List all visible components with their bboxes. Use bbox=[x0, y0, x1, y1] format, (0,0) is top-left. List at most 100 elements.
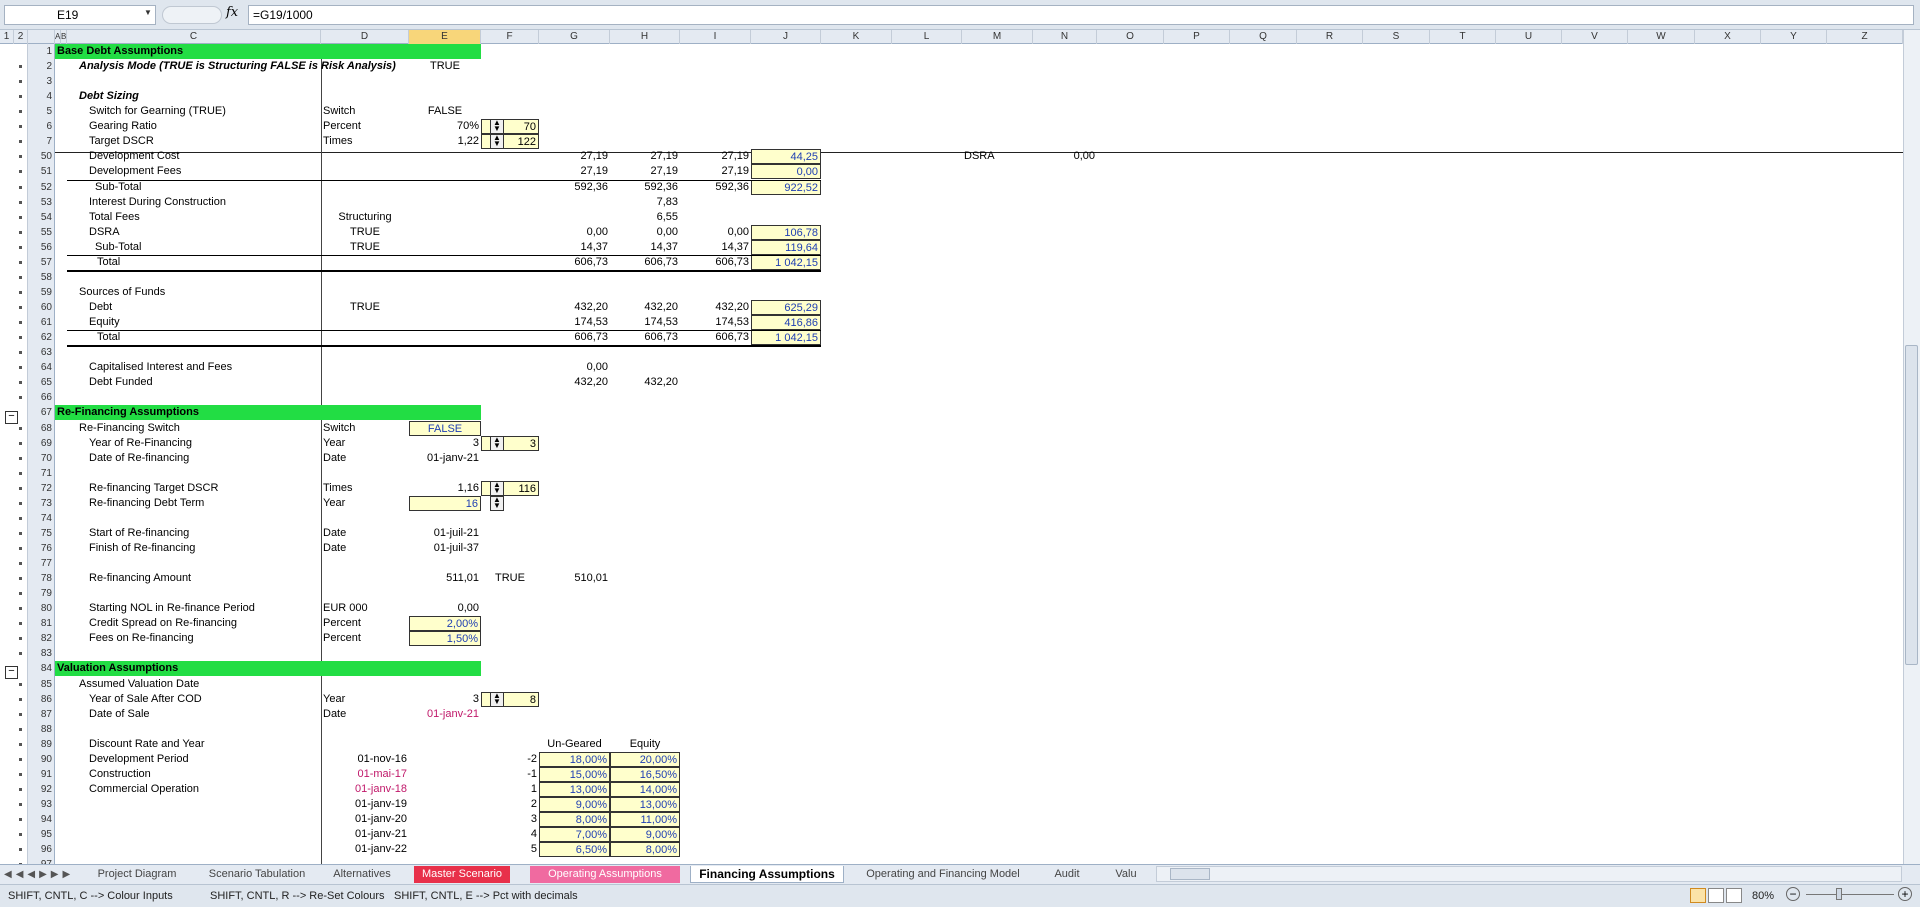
cell-c65[interactable]: Debt Funded bbox=[67, 375, 321, 390]
cell-d91[interactable]: 01-mai-17 bbox=[321, 767, 409, 782]
cell-c60[interactable]: Debt bbox=[67, 300, 321, 315]
cell-c80[interactable]: Starting NOL in Re-finance Period bbox=[67, 601, 321, 616]
zoom-in-icon[interactable]: + bbox=[1898, 887, 1912, 901]
cell-h61[interactable]: 174,53 bbox=[610, 315, 680, 330]
cell-c90[interactable]: Development Period bbox=[67, 752, 321, 767]
outline-level-1-button[interactable]: 1 bbox=[0, 30, 14, 44]
cell-c86[interactable]: Year of Sale After COD bbox=[67, 692, 321, 707]
row-header-87[interactable]: 87 bbox=[28, 707, 55, 722]
row-header-84[interactable]: 84 bbox=[28, 661, 55, 676]
spin-button-icon[interactable]: ▲ ▼ bbox=[490, 119, 504, 134]
column-header-s[interactable]: S bbox=[1363, 30, 1430, 44]
cell-h56[interactable]: 14,37 bbox=[610, 240, 680, 255]
column-header-i[interactable]: I bbox=[680, 30, 751, 44]
column-header-n[interactable]: N bbox=[1033, 30, 1097, 44]
row-header-91[interactable]: 91 bbox=[28, 767, 55, 782]
cell-c52[interactable]: Sub-Total bbox=[67, 180, 321, 195]
cell-e69[interactable]: 3 bbox=[409, 436, 481, 451]
cell-c59[interactable]: Sources of Funds bbox=[67, 285, 321, 300]
cell-g51[interactable]: 27,19 bbox=[539, 164, 610, 179]
spin-button-icon[interactable]: ▲ ▼ bbox=[490, 496, 504, 511]
name-box-dropdown-icon[interactable]: ▼ bbox=[144, 8, 154, 20]
row-header-66[interactable]: 66 bbox=[28, 390, 55, 405]
row-header-90[interactable]: 90 bbox=[28, 752, 55, 767]
row-header-93[interactable]: 93 bbox=[28, 797, 55, 812]
column-header-t[interactable]: T bbox=[1430, 30, 1496, 44]
cell-f92[interactable]: 1 bbox=[481, 782, 539, 797]
row-header-2[interactable]: 2 bbox=[28, 59, 55, 74]
cell-c5[interactable]: Switch for Gearning (TRUE) bbox=[67, 104, 321, 119]
cell-d5[interactable]: Switch bbox=[321, 104, 409, 119]
row-header-83[interactable]: 83 bbox=[28, 646, 55, 661]
column-header-w[interactable]: W bbox=[1628, 30, 1695, 44]
formula-input[interactable]: =G19/1000 bbox=[248, 5, 1914, 25]
cell-i50[interactable]: 27,19 bbox=[680, 149, 751, 164]
cell-e86[interactable]: 3 bbox=[409, 692, 481, 707]
cell-g93[interactable]: 9,00% bbox=[539, 797, 610, 812]
row-header-81[interactable]: 81 bbox=[28, 616, 55, 631]
row-header-95[interactable]: 95 bbox=[28, 827, 55, 842]
cell-c76[interactable]: Finish of Re-financing bbox=[67, 541, 321, 556]
cell-c4[interactable]: Debt Sizing bbox=[67, 89, 321, 104]
cell-f78[interactable]: TRUE bbox=[481, 571, 539, 586]
cell-h91[interactable]: 16,50% bbox=[610, 767, 680, 782]
cell-e6[interactable]: 70% bbox=[409, 119, 481, 134]
cell-c87[interactable]: Date of Sale bbox=[67, 707, 321, 722]
cell-j61[interactable]: 416,86 bbox=[751, 315, 821, 330]
cell-h93[interactable]: 13,00% bbox=[610, 797, 680, 812]
tab-scroll-arrows-icon[interactable]: ◀◀◀▶▶▶ bbox=[4, 866, 84, 883]
cell-i57[interactable]: 606,73 bbox=[680, 255, 751, 270]
row-header-76[interactable]: 76 bbox=[28, 541, 55, 556]
cell-i62[interactable]: 606,73 bbox=[680, 330, 751, 345]
cell-g56[interactable]: 14,37 bbox=[539, 240, 610, 255]
cell-c73[interactable]: Re-financing Debt Term bbox=[67, 496, 321, 511]
row-header-61[interactable]: 61 bbox=[28, 315, 55, 330]
cell-e75[interactable]: 01-juil-21 bbox=[409, 526, 481, 541]
collapse-group-67-button[interactable]: − bbox=[5, 411, 18, 424]
row-header-73[interactable]: 73 bbox=[28, 496, 55, 511]
row-header-88[interactable]: 88 bbox=[28, 722, 55, 737]
row-header-85[interactable]: 85 bbox=[28, 677, 55, 692]
cell-d82[interactable]: Percent bbox=[321, 631, 409, 646]
cell-c70[interactable]: Date of Re-financing bbox=[67, 451, 321, 466]
column-header-z[interactable]: Z bbox=[1827, 30, 1903, 44]
cell-c85[interactable]: Assumed Valuation Date bbox=[67, 677, 321, 692]
row-header-4[interactable]: 4 bbox=[28, 89, 55, 104]
row-header-60[interactable]: 60 bbox=[28, 300, 55, 315]
row-header-55[interactable]: 55 bbox=[28, 225, 55, 240]
select-all-corner[interactable] bbox=[28, 30, 55, 44]
cell-f94[interactable]: 3 bbox=[481, 812, 539, 827]
cell-h52[interactable]: 592,36 bbox=[610, 180, 680, 195]
cell-g62[interactable]: 606,73 bbox=[539, 330, 610, 345]
row-header-6[interactable]: 6 bbox=[28, 119, 55, 134]
row-header-63[interactable]: 63 bbox=[28, 345, 55, 360]
column-header-y[interactable]: Y bbox=[1761, 30, 1827, 44]
column-header-h[interactable]: H bbox=[610, 30, 680, 44]
cell-j57[interactable]: 1 042,15 bbox=[751, 255, 821, 270]
insert-function-icon[interactable]: fx bbox=[226, 5, 240, 23]
cell-g52[interactable]: 592,36 bbox=[539, 180, 610, 195]
row-header-78[interactable]: 78 bbox=[28, 571, 55, 586]
column-header-l[interactable]: L bbox=[892, 30, 962, 44]
row-header-5[interactable]: 5 bbox=[28, 104, 55, 119]
cell-g57[interactable]: 606,73 bbox=[539, 255, 610, 270]
cell-g60[interactable]: 432,20 bbox=[539, 300, 610, 315]
cell-d7[interactable]: Times bbox=[321, 134, 409, 149]
cell-j50[interactable]: 44,25 bbox=[751, 149, 821, 164]
cell-c53[interactable]: Interest During Construction bbox=[67, 195, 321, 210]
cell-m50[interactable]: DSRA bbox=[962, 149, 1033, 164]
cell-d86[interactable]: Year bbox=[321, 692, 409, 707]
row-header-77[interactable]: 77 bbox=[28, 556, 55, 571]
column-header-e[interactable]: E bbox=[409, 30, 481, 44]
spin-button-icon[interactable]: ▲ ▼ bbox=[490, 134, 504, 149]
cell-d73[interactable]: Year bbox=[321, 496, 409, 511]
cell-n50[interactable]: 0,00 bbox=[1033, 149, 1097, 164]
cell-g94[interactable]: 8,00% bbox=[539, 812, 610, 827]
cell-h51[interactable]: 27,19 bbox=[610, 164, 680, 179]
cell-d55[interactable]: TRUE bbox=[321, 225, 409, 240]
row-header-89[interactable]: 89 bbox=[28, 737, 55, 752]
cell-h50[interactable]: 27,19 bbox=[610, 149, 680, 164]
cell-c2[interactable]: Analysis Mode (TRUE is Structuring FALSE… bbox=[67, 59, 396, 74]
cell-c75[interactable]: Start of Re-financing bbox=[67, 526, 321, 541]
tab-alternatives[interactable]: Alternatives bbox=[322, 866, 402, 883]
